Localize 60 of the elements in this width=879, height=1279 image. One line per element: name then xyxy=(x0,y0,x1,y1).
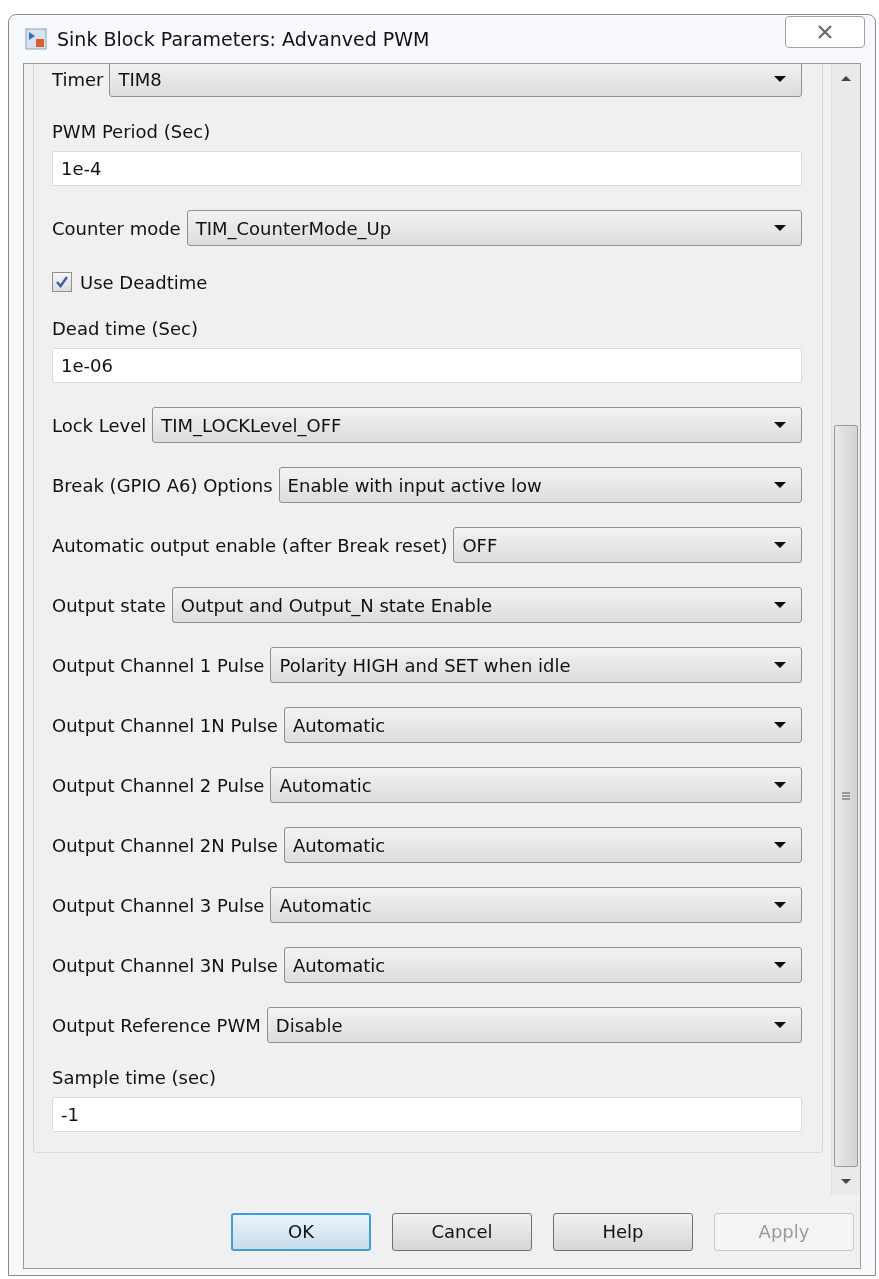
checkmark-icon xyxy=(55,275,69,289)
window-title: Sink Block Parameters: Advanved PWM xyxy=(57,26,430,52)
caret-icon xyxy=(773,421,787,429)
field-label: Output state xyxy=(52,593,166,618)
scrollbar[interactable] xyxy=(831,64,860,1195)
dropdown[interactable]: Automatic xyxy=(283,707,802,743)
caret-icon xyxy=(773,601,787,609)
dialog-button[interactable]: Help xyxy=(553,1212,693,1251)
field-label: Automatic output enable (after Break reset) xyxy=(52,533,448,558)
dropdown[interactable]: Disable xyxy=(266,1007,802,1043)
dialog-button[interactable]: OK xyxy=(231,1212,371,1251)
dropdown[interactable]: Automatic xyxy=(270,767,802,803)
field-label: Break (GPIO A6) Options xyxy=(52,473,273,498)
close-icon xyxy=(817,25,833,39)
caret-icon xyxy=(773,224,787,232)
input-field[interactable]: -1 xyxy=(52,1097,802,1132)
dropdown[interactable]: TIM_LOCKLevel_OFF xyxy=(152,407,802,443)
caret-icon xyxy=(773,75,787,83)
field-label: Output Reference PWM xyxy=(52,1013,261,1038)
dropdown[interactable]: OFF xyxy=(453,527,802,563)
dropdown[interactable]: TIM_CounterMode_Up xyxy=(186,210,802,246)
dropdown[interactable]: Polarity HIGH and SET when idle xyxy=(270,647,802,683)
caret-icon xyxy=(773,541,787,549)
scroll-down-icon[interactable] xyxy=(840,1177,852,1185)
caret-icon xyxy=(773,961,787,969)
checkbox-label: Use Deadtime xyxy=(80,270,208,295)
field-label: Output Channel 2N Pulse xyxy=(52,833,278,858)
field-label: Timer xyxy=(52,67,104,92)
caret-icon xyxy=(773,481,787,489)
checkbox[interactable] xyxy=(52,272,72,292)
close-button[interactable] xyxy=(785,16,865,48)
field-label: Output Channel 2 Pulse xyxy=(52,773,265,798)
input-field[interactable]: 1e-4 xyxy=(52,151,802,186)
caret-icon xyxy=(773,841,787,849)
dropdown[interactable]: Automatic xyxy=(283,827,802,863)
caret-icon xyxy=(773,1021,787,1029)
grip-icon xyxy=(841,791,851,801)
caret-icon xyxy=(773,721,787,729)
scroll-up-icon[interactable] xyxy=(840,74,852,82)
dropdown[interactable]: TIM8 xyxy=(109,64,802,97)
field-label: Output Channel 1N Pulse xyxy=(52,713,278,738)
field-label: Dead time (Sec) xyxy=(52,318,199,340)
caret-icon xyxy=(773,661,787,669)
field-label: Output Channel 1 Pulse xyxy=(52,653,265,678)
field-label: Sample time (sec) xyxy=(52,1067,217,1089)
field-label: Output Channel 3N Pulse xyxy=(52,953,278,978)
dropdown[interactable]: Output and Output_N state Enable xyxy=(171,587,802,623)
field-label: PWM Period (Sec) xyxy=(52,121,212,143)
caret-icon xyxy=(773,901,787,909)
input-field[interactable]: 1e-06 xyxy=(52,348,802,383)
dropdown[interactable]: Automatic xyxy=(270,887,802,923)
dialog-button[interactable]: Cancel xyxy=(392,1212,532,1251)
caret-icon xyxy=(773,781,787,789)
scrollbar-thumb[interactable] xyxy=(834,425,858,1167)
dropdown[interactable]: Automatic xyxy=(283,947,802,983)
dropdown[interactable]: Enable with input active low xyxy=(278,467,802,503)
field-label: Counter mode xyxy=(52,216,181,241)
block-icon xyxy=(25,28,47,50)
field-label: Lock Level xyxy=(52,413,147,438)
field-label: Output Channel 3 Pulse xyxy=(52,893,265,918)
